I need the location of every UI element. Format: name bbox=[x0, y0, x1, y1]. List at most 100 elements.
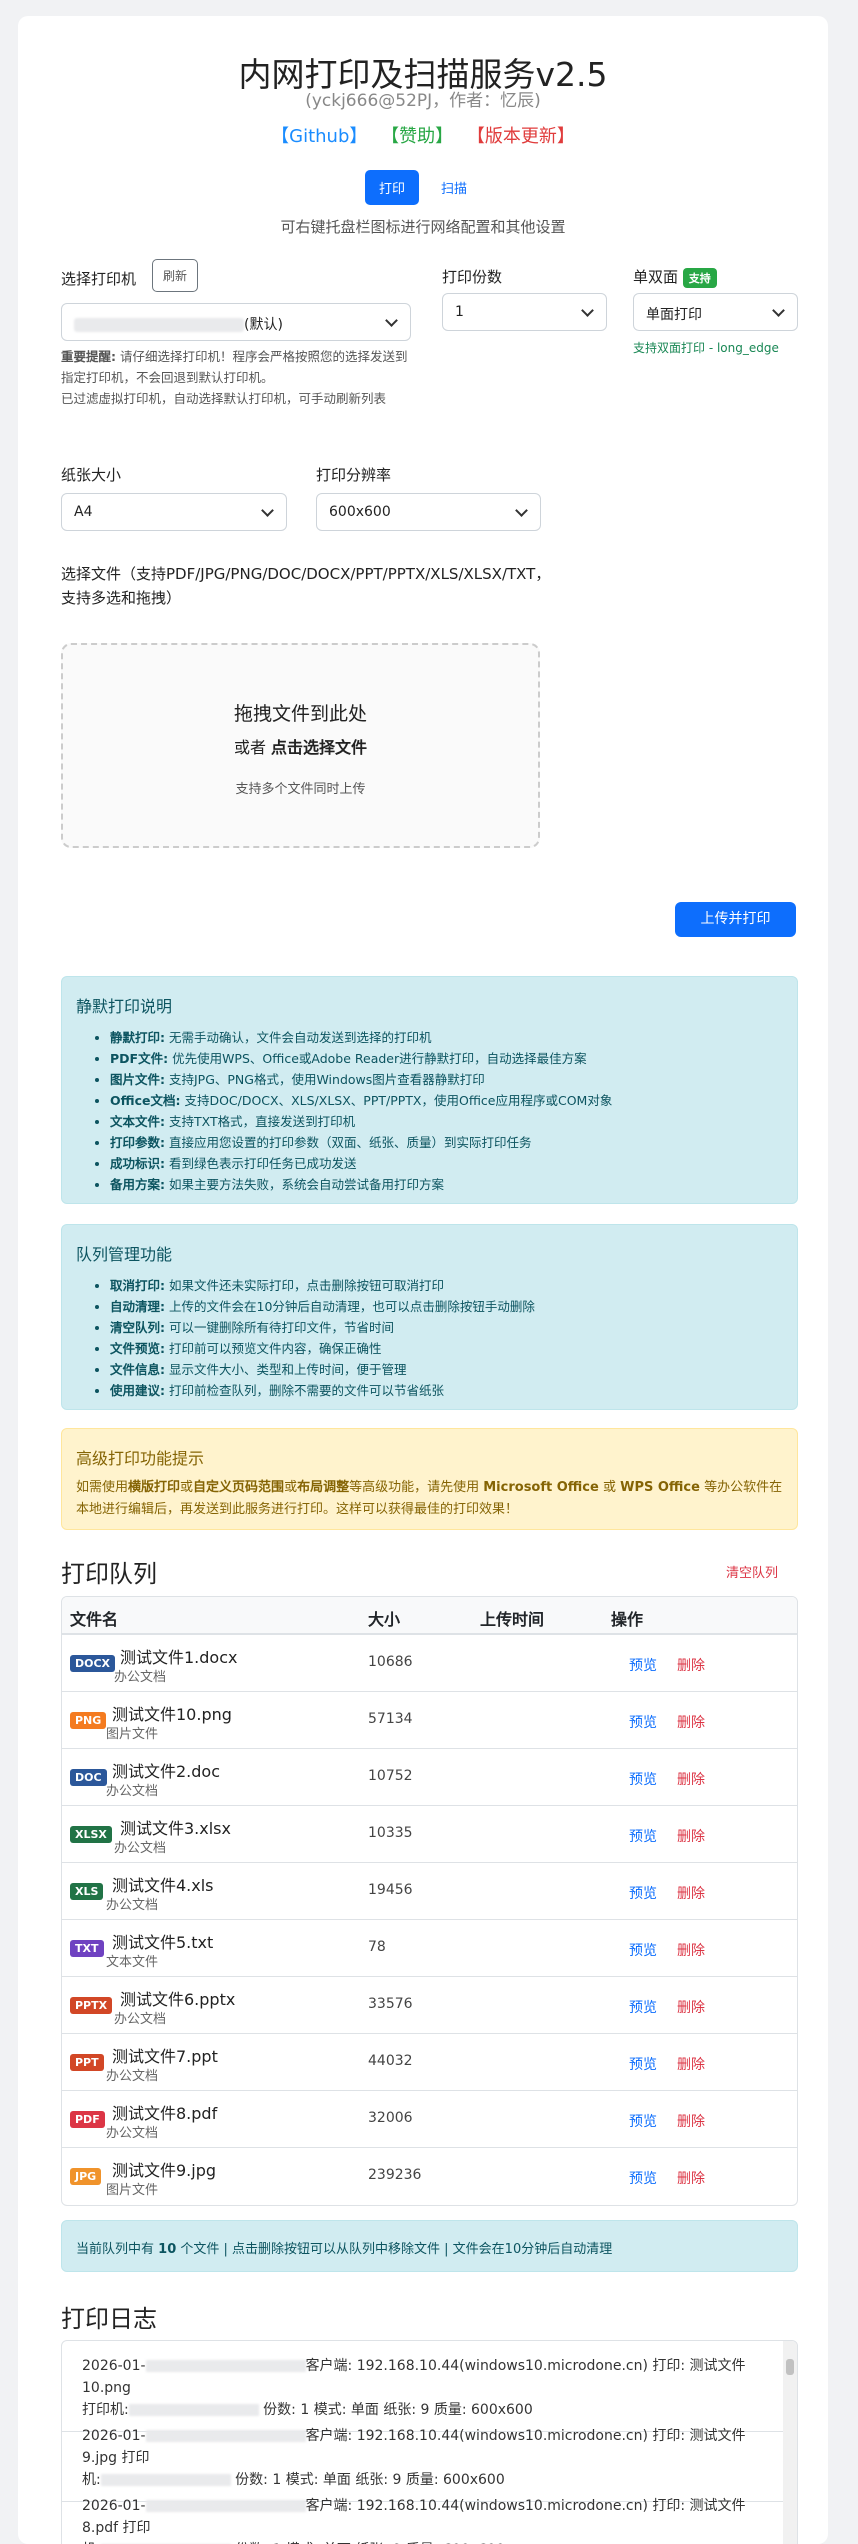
col-actions: 操作 bbox=[611, 1610, 644, 1629]
log-scrollbar[interactable] bbox=[783, 2341, 797, 2544]
info-list-item: 图片文件: 支持JPG、PNG格式，使用Windows图片查看器静默打印 bbox=[110, 1069, 783, 1090]
file-type-badge: TXT bbox=[70, 1940, 104, 1957]
file-size: 10335 bbox=[368, 1825, 413, 1841]
file-name: 测试文件5.txt bbox=[112, 1933, 214, 1952]
queue-management-info: 队列管理功能 取消打印: 如果文件还未实际打印，点击删除按钮可取消打印自动清理:… bbox=[61, 1224, 798, 1410]
file-name: 测试文件4.xls bbox=[112, 1876, 214, 1895]
queue-table: 文件名 大小 上传时间 操作 DOCX 测试文件1.docx 办公文档 10686 预览… bbox=[61, 1596, 798, 2206]
table-row: PPTX 测试文件6.pptx 办公文档 33576 预览 删除 bbox=[62, 1977, 797, 2034]
file-type-badge: PPT bbox=[70, 2054, 104, 2071]
info-list-item: 取消打印: 如果文件还未实际打印，点击删除按钮可取消打印 bbox=[110, 1275, 783, 1296]
file-dropzone[interactable]: 拖拽文件到此处 或者 点击选择文件 支持多个文件同时上传 bbox=[61, 643, 540, 848]
chevron-down-icon bbox=[261, 504, 274, 517]
upload-print-button[interactable]: 上传并打印 bbox=[675, 902, 796, 937]
delete-button[interactable]: 删除 bbox=[677, 1655, 705, 1675]
refresh-button[interactable]: 刷新 bbox=[152, 259, 199, 292]
file-size: 44032 bbox=[368, 2053, 413, 2069]
table-row: JPG 测试文件9.jpg 图片文件 239236 预览 删除 bbox=[62, 2148, 797, 2205]
tab-scan[interactable]: 扫描 bbox=[427, 170, 481, 205]
clear-queue-button[interactable]: 清空队列 bbox=[726, 1562, 778, 1581]
file-name: 测试文件7.ppt bbox=[112, 2047, 218, 2066]
silent-print-title: 静默打印说明 bbox=[76, 997, 173, 1016]
printer-label: 选择打印机 bbox=[61, 270, 137, 288]
file-category: 办公文档 bbox=[114, 1841, 167, 1856]
resolution-select[interactable]: 600x600 bbox=[316, 493, 541, 531]
queue-management-list: 取消打印: 如果文件还未实际打印，点击删除按钮可取消打印自动清理: 上传的文件会… bbox=[76, 1275, 783, 1401]
printer-select[interactable]: (默认) bbox=[61, 303, 411, 341]
paper-select[interactable]: A4 bbox=[61, 493, 287, 531]
table-row: XLS 测试文件4.xls 办公文档 19456 预览 删除 bbox=[62, 1863, 797, 1920]
delete-button[interactable]: 删除 bbox=[677, 2111, 705, 2131]
info-list-item: 成功标识: 看到绿色表示打印任务已成功发送 bbox=[110, 1153, 783, 1174]
file-name: 测试文件6.pptx bbox=[120, 1990, 236, 2009]
mode-tabs: 打印 扫描 bbox=[18, 170, 828, 205]
file-category: 办公文档 bbox=[114, 1670, 167, 1685]
delete-button[interactable]: 删除 bbox=[677, 1997, 705, 2017]
file-select-label: 选择文件（支持PDF/JPG/PNG/DOC/DOCX/PPT/PPTX/XLS… bbox=[61, 565, 551, 607]
sponsor-link[interactable]: 【赞助】 bbox=[381, 126, 453, 147]
delete-button[interactable]: 删除 bbox=[677, 1769, 705, 1789]
duplex-support-badge: 支持 bbox=[682, 267, 717, 288]
file-name: 测试文件9.jpg bbox=[112, 2161, 217, 2180]
silent-print-list: 静默打印: 无需手动确认，文件会自动发送到选择的打印机PDF文件: 优先使用WP… bbox=[76, 1027, 783, 1195]
settings-hint: 可右键托盘栏图标进行网络配置和其他设置 bbox=[280, 218, 566, 236]
file-type-badge: DOC bbox=[70, 1769, 107, 1786]
preview-button[interactable]: 预览 bbox=[629, 2054, 657, 2074]
preview-button[interactable]: 预览 bbox=[629, 1883, 657, 1903]
chevron-down-icon bbox=[581, 304, 594, 317]
info-list-item: 文件信息: 显示文件大小、类型和上传时间，便于管理 bbox=[110, 1359, 783, 1380]
queue-title: 打印队列 bbox=[61, 1560, 157, 1588]
preview-button[interactable]: 预览 bbox=[629, 1826, 657, 1846]
delete-button[interactable]: 删除 bbox=[677, 1883, 705, 1903]
preview-button[interactable]: 预览 bbox=[629, 1769, 657, 1789]
print-log: 2026-01- 客户端: 192.168.10.44(windows10.mic… bbox=[61, 2340, 798, 2544]
delete-button[interactable]: 删除 bbox=[677, 1826, 705, 1846]
file-size: 78 bbox=[368, 1939, 386, 1955]
file-category: 办公文档 bbox=[106, 2126, 159, 2141]
file-name: 测试文件1.docx bbox=[120, 1648, 238, 1667]
printer-note: 重要提醒: 请仔细选择打印机！程序会严格按照您的选择发送到指定打印机，不会回退到… bbox=[61, 349, 408, 406]
resolution-label: 打印分辨率 bbox=[316, 466, 392, 484]
copies-select[interactable]: 1 bbox=[442, 293, 607, 331]
log-scroll-thumb[interactable] bbox=[786, 2359, 794, 2375]
redacted-time bbox=[145, 2500, 306, 2512]
preview-button[interactable]: 预览 bbox=[629, 1655, 657, 1675]
col-size: 大小 bbox=[368, 1610, 401, 1629]
update-link[interactable]: 【版本更新】 bbox=[467, 126, 575, 147]
preview-button[interactable]: 预览 bbox=[629, 1712, 657, 1732]
delete-button[interactable]: 删除 bbox=[677, 2168, 705, 2188]
preview-button[interactable]: 预览 bbox=[629, 1997, 657, 2017]
page-subtitle: (yckj666@52PJ，作者：忆辰) bbox=[305, 91, 541, 111]
drop-title: 拖拽文件到此处 bbox=[233, 703, 367, 725]
duplex-select[interactable]: 单面打印 bbox=[633, 293, 798, 331]
preview-button[interactable]: 预览 bbox=[629, 2111, 657, 2131]
github-link[interactable]: 【Github】 bbox=[271, 126, 367, 147]
select-file-link[interactable]: 点击选择文件 bbox=[271, 738, 367, 757]
file-type-badge: XLSX bbox=[70, 1826, 112, 1843]
copies-label: 打印份数 bbox=[442, 268, 503, 286]
file-category: 办公文档 bbox=[114, 2012, 167, 2027]
main-card: 内网打印及扫描服务v2.5 (yckj666@52PJ，作者：忆辰) 【Gith… bbox=[18, 16, 828, 2544]
file-size: 239236 bbox=[368, 2167, 422, 2183]
info-list-item: 静默打印: 无需手动确认，文件会自动发送到选择的打印机 bbox=[110, 1027, 783, 1048]
table-body: DOCX 测试文件1.docx 办公文档 10686 预览 删除 PNG 测试文件10.png… bbox=[62, 1635, 797, 2205]
table-row: PNG 测试文件10.png 图片文件 57134 预览 删除 bbox=[62, 1692, 797, 1749]
preview-button[interactable]: 预览 bbox=[629, 2168, 657, 2188]
file-type-badge: PDF bbox=[70, 2111, 105, 2128]
file-type-badge: PPTX bbox=[70, 1997, 113, 2014]
file-name: 测试文件3.xlsx bbox=[120, 1819, 231, 1838]
info-list-item: 打印参数: 直接应用您设置的打印参数（双面、纸张、质量）到实际打印任务 bbox=[110, 1132, 783, 1153]
redacted-time bbox=[145, 2360, 306, 2372]
log-entry: 2026-01- 客户端: 192.168.10.44(windows10.mic… bbox=[62, 2485, 784, 2544]
tab-print[interactable]: 打印 bbox=[364, 170, 419, 205]
file-size: 10686 bbox=[368, 1654, 413, 1670]
file-type-badge: XLS bbox=[70, 1883, 104, 1900]
delete-button[interactable]: 删除 bbox=[677, 1712, 705, 1732]
file-category: 图片文件 bbox=[106, 1727, 159, 1742]
delete-button[interactable]: 删除 bbox=[677, 2054, 705, 2074]
info-list-item: PDF文件: 优先使用WPS、Office或Adobe Reader进行静默打印… bbox=[110, 1048, 783, 1069]
preview-button[interactable]: 预览 bbox=[629, 1940, 657, 1960]
delete-button[interactable]: 删除 bbox=[677, 1940, 705, 1960]
file-category: 办公文档 bbox=[106, 1784, 159, 1799]
file-type-badge: DOCX bbox=[70, 1655, 116, 1672]
